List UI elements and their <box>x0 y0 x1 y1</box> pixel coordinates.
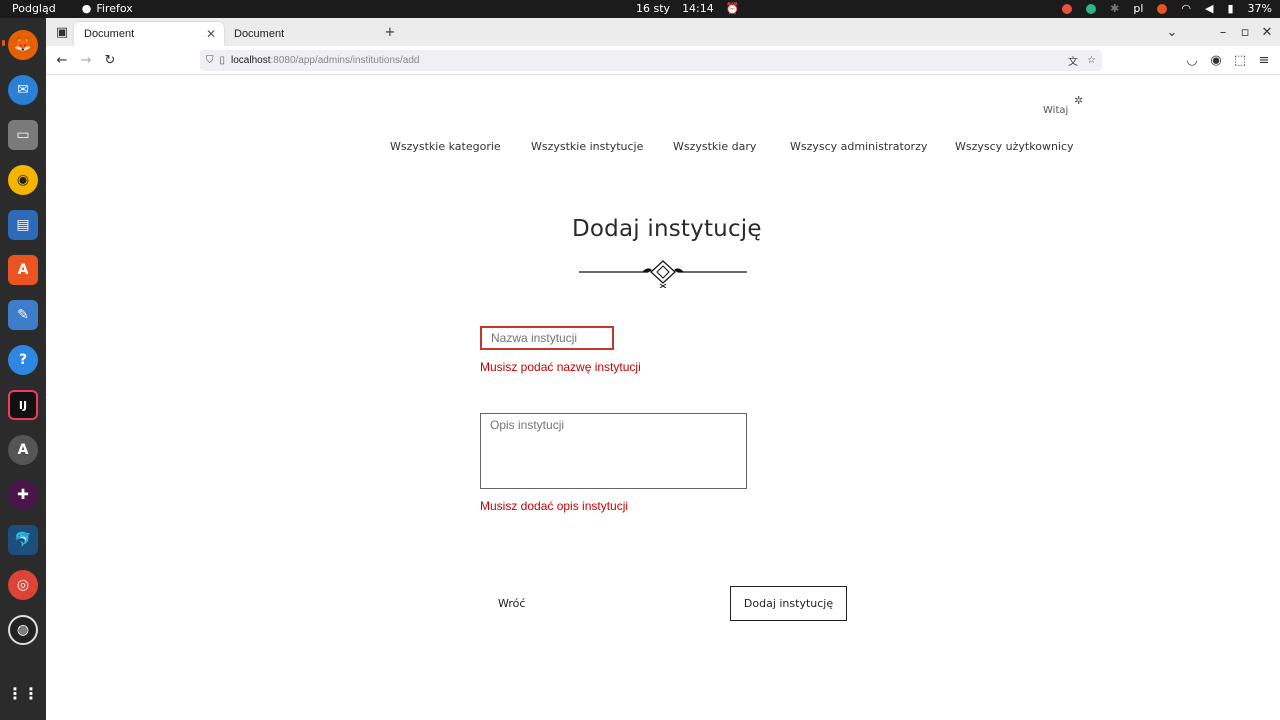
extensions-icon[interactable]: ⬚ <box>1232 52 1248 68</box>
clock-date: 16 sty <box>636 2 671 15</box>
description-error-message: Musisz dodać opis instytucji <box>480 499 629 513</box>
close-window-icon[interactable]: ✕ <box>1259 24 1275 40</box>
translate-icon[interactable]: 文 <box>1068 53 1078 68</box>
settings-gear-icon[interactable]: ✲ <box>1074 94 1083 107</box>
wifi-icon: ◠ <box>1181 2 1192 15</box>
menu-item-donations[interactable]: Wszystkie dary <box>673 140 756 153</box>
software-icon[interactable]: A <box>8 255 38 285</box>
dock: 🦊 ✉ ▭ ◉ ▤ A ✎ ? IJ A ✚ 🐬 ◎ ◍ ⋮⋮ <box>0 18 46 720</box>
pocket-icon[interactable]: ◡ <box>1184 52 1200 68</box>
extension-icon <box>1086 3 1097 14</box>
updates-icon <box>1157 3 1168 14</box>
name-error-message: Musisz podać nazwę instytucji <box>480 360 641 374</box>
shield-icon: ⛉ <box>206 55 214 66</box>
browser-nav-bar: ← → ↻ ⛉ ▯ localhost:8080/app/admins/inst… <box>46 46 1280 75</box>
files-icon[interactable]: ▭ <box>8 120 38 150</box>
welcome-text: Witaj <box>1043 105 1069 116</box>
bookmark-star-icon[interactable]: ☆ <box>1087 55 1096 66</box>
text-editor-icon[interactable]: ✎ <box>8 300 38 330</box>
help-icon[interactable]: ? <box>8 345 38 375</box>
institution-name-input[interactable] <box>480 326 614 350</box>
show-apps-icon[interactable]: ⋮⋮ <box>7 678 39 708</box>
obs-icon[interactable]: ◍ <box>8 615 38 645</box>
system-tray[interactable]: ✱ pl ◠ ◀ ▮ 37% <box>1062 2 1272 15</box>
slack-icon[interactable]: ✚ <box>8 480 38 510</box>
menu-icon[interactable]: ≡ <box>1256 52 1272 68</box>
page-icon: ▯ <box>219 55 226 66</box>
writer-icon[interactable]: ▤ <box>8 210 38 240</box>
minimize-icon[interactable]: – <box>1215 24 1231 40</box>
alarm-icon: ⏰ <box>725 2 740 15</box>
tab-label: Document <box>84 28 135 40</box>
forward-icon[interactable]: → <box>78 52 94 68</box>
active-app-label: Firefox <box>96 2 133 15</box>
clock-time: 14:14 <box>682 2 714 15</box>
new-tab-icon[interactable]: + <box>382 24 398 40</box>
language-indicator[interactable]: pl <box>1133 2 1143 15</box>
back-icon[interactable]: ← <box>54 52 70 68</box>
browser-tab-bar: ▣ Document ✕ Document + ⌄ – ▫ ✕ <box>46 18 1280 46</box>
menu-item-users[interactable]: Wszyscy użytkownicy <box>955 140 1074 153</box>
menu-item-institutions[interactable]: Wszystkie instytucje <box>531 140 643 153</box>
mysql-workbench-icon[interactable]: 🐬 <box>8 525 38 555</box>
url-path: :8080/app/admins/institutions/add <box>270 55 420 66</box>
menu-item-categories[interactable]: Wszystkie kategorie <box>390 140 501 153</box>
page-content: ✲ Witaj Wszystkie kategorie Wszystkie in… <box>46 75 1280 720</box>
firefox-icon: ● <box>81 2 92 15</box>
url-host: localhost <box>231 55 271 66</box>
battery-percent: 37% <box>1247 2 1272 15</box>
thunderbird-icon[interactable]: ✉ <box>8 75 38 105</box>
updater-icon[interactable]: A <box>8 435 38 465</box>
chrome-icon[interactable]: ◎ <box>8 570 38 600</box>
rhythmbox-icon[interactable]: ◉ <box>8 165 38 195</box>
record-icon <box>1062 3 1073 14</box>
account-icon[interactable]: ◉ <box>1208 52 1224 68</box>
tab-overflow-icon[interactable]: ⌄ <box>1164 24 1180 40</box>
system-top-bar: Podgląd ● Firefox 16 sty 14:14 ⏰ ✱ pl ◠ … <box>0 0 1280 18</box>
tab-list-icon[interactable]: ▣ <box>54 24 70 40</box>
firefox-icon[interactable]: 🦊 <box>8 30 38 60</box>
ornament-divider <box>579 260 747 288</box>
back-link[interactable]: Wróć <box>498 597 525 610</box>
menu-item-admins[interactable]: Wszyscy administratorzy <box>790 140 927 153</box>
page-title: Dodaj instytucję <box>572 216 762 242</box>
reload-icon[interactable]: ↻ <box>102 52 118 68</box>
volume-icon: ◀ <box>1205 2 1214 15</box>
url-bar[interactable]: ⛉ ▯ localhost:8080/app/admins/institutio… <box>200 50 1102 71</box>
tab-document[interactable]: Document <box>224 22 374 46</box>
add-institution-button[interactable]: Dodaj instytucję <box>730 586 847 621</box>
bluetooth-icon: ✱ <box>1110 2 1120 15</box>
restore-icon[interactable]: ▫ <box>1237 24 1253 40</box>
dock-active-indicator <box>2 40 5 46</box>
active-app-menu[interactable]: ● Firefox <box>82 2 133 15</box>
tab-label: Document <box>234 28 285 40</box>
close-tab-icon[interactable]: ✕ <box>206 27 216 41</box>
activities-label[interactable]: Podgląd <box>12 2 56 15</box>
power-icon: ▮ <box>1227 2 1234 15</box>
intellij-icon[interactable]: IJ <box>8 390 38 420</box>
institution-description-input[interactable] <box>480 413 747 489</box>
tab-document-active[interactable]: Document ✕ <box>74 22 224 46</box>
clock[interactable]: 16 sty 14:14 ⏰ <box>636 2 739 15</box>
